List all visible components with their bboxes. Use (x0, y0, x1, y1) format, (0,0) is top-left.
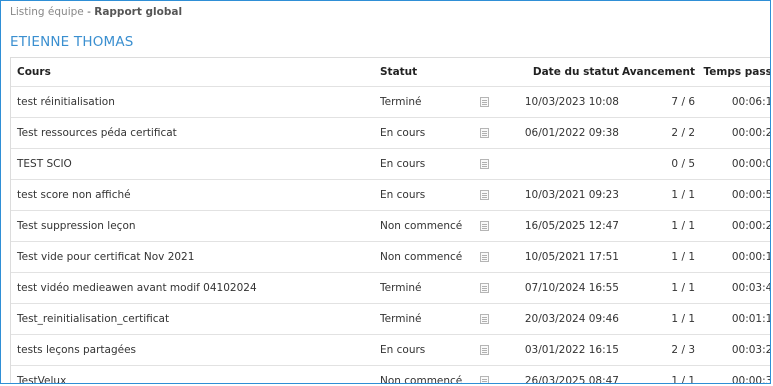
detail-cell (476, 148, 511, 180)
table-row: test réinitialisation Terminé 10/03/2023 1… (11, 86, 770, 118)
table-row: test vidéo medieawen avant modif 0410202… (11, 272, 770, 304)
report-panel: Listing équipe - Rapport global ETIENNE … (0, 0, 771, 384)
document-list-icon[interactable] (480, 283, 489, 293)
detail-cell (476, 210, 511, 242)
status-cell: Non commencé (380, 210, 476, 242)
status-date-cell: 20/03/2024 09:46 (511, 303, 619, 335)
column-header-statut[interactable]: Statut (380, 58, 476, 87)
column-header-temps[interactable]: Temps passé (697, 58, 770, 87)
progress-cell: 1 / 1 (619, 303, 697, 335)
status-cell: Terminé (380, 272, 476, 304)
status-date-cell: 06/01/2022 09:38 (511, 117, 619, 149)
progress-cell: 2 / 2 (619, 117, 697, 149)
time-spent-cell: 00:00:29 (697, 117, 770, 149)
course-name-cell[interactable]: Test_reinitialisation_certificat (11, 303, 380, 335)
detail-cell (476, 334, 511, 366)
course-name-cell[interactable]: TestVelux (11, 365, 380, 383)
course-name-cell[interactable]: Test vide pour certificat Nov 2021 (11, 241, 380, 273)
document-list-icon[interactable] (480, 128, 489, 138)
status-cell: Terminé (380, 303, 476, 335)
document-list-icon[interactable] (480, 190, 489, 200)
document-list-icon[interactable] (480, 97, 489, 107)
status-cell: Non commencé (380, 241, 476, 273)
detail-cell (476, 86, 511, 118)
detail-cell (476, 303, 511, 335)
status-date-cell: 16/05/2025 12:47 (511, 210, 619, 242)
progress-cell: 0 / 5 (619, 148, 697, 180)
table-row: tests leçons partagées En cours 03/01/2022… (11, 334, 770, 366)
table-row: Test vide pour certificat Nov 2021 Non co… (11, 241, 770, 273)
status-cell: En cours (380, 179, 476, 211)
breadcrumb-separator: - (87, 6, 91, 18)
time-spent-cell: 00:01:10 (697, 303, 770, 335)
table-body: test réinitialisation Terminé 10/03/2023 1… (11, 86, 770, 383)
status-cell: En cours (380, 334, 476, 366)
detail-cell (476, 117, 511, 149)
time-spent-cell: 00:00:52 (697, 179, 770, 211)
status-date-cell (511, 148, 619, 180)
progress-cell: 1 / 1 (619, 365, 697, 383)
time-spent-cell: 00:00:30 (697, 365, 770, 383)
document-list-icon[interactable] (480, 252, 489, 262)
time-spent-cell: 00:03:26 (697, 334, 770, 366)
course-name-cell[interactable]: Test ressources péda certificat (11, 117, 380, 149)
progress-cell: 7 / 6 (619, 86, 697, 118)
table-row: Test suppression leçon Non commencé 16/05/… (11, 210, 770, 242)
time-spent-cell: 00:00:18 (697, 241, 770, 273)
document-list-icon[interactable] (480, 376, 489, 383)
status-date-cell: 07/10/2024 16:55 (511, 272, 619, 304)
document-list-icon[interactable] (480, 345, 489, 355)
course-name-cell[interactable]: test score non affiché (11, 179, 380, 211)
status-date-cell: 26/03/2025 08:47 (511, 365, 619, 383)
course-name-cell[interactable]: test réinitialisation (11, 86, 380, 118)
column-header-detail (476, 58, 511, 87)
document-list-icon[interactable] (480, 221, 489, 231)
course-report-table: Cours Statut Date du statut Avancement T… (11, 58, 770, 383)
breadcrumb: Listing équipe - Rapport global (10, 6, 182, 18)
course-name-cell[interactable]: test vidéo medieawen avant modif 0410202… (11, 272, 380, 304)
status-cell: En cours (380, 117, 476, 149)
table-row: Test_reinitialisation_certificat Terminé 2… (11, 303, 770, 335)
table-row: TEST SCIOEn cours 0 / 500:00:00 (11, 148, 770, 180)
document-list-icon[interactable] (480, 314, 489, 324)
status-date-cell: 10/03/2021 09:23 (511, 179, 619, 211)
column-header-date[interactable]: Date du statut (511, 58, 619, 87)
progress-cell: 2 / 3 (619, 334, 697, 366)
time-spent-cell: 00:00:00 (697, 148, 770, 180)
detail-cell (476, 241, 511, 273)
course-name-cell[interactable]: tests leçons partagées (11, 334, 380, 366)
time-spent-cell: 00:00:22 (697, 210, 770, 242)
course-name-cell[interactable]: Test suppression leçon (11, 210, 380, 242)
status-cell: Terminé (380, 86, 476, 118)
document-list-icon[interactable] (480, 159, 489, 169)
time-spent-cell: 00:03:48 (697, 272, 770, 304)
table-header-row: Cours Statut Date du statut Avancement T… (11, 58, 770, 87)
column-header-cours[interactable]: Cours (11, 58, 380, 87)
detail-cell (476, 179, 511, 211)
status-cell: Non commencé (380, 365, 476, 383)
time-spent-cell: 00:06:18 (697, 86, 770, 118)
table-row: TestVelux Non commencé 26/03/2025 08:47 1 /… (11, 365, 770, 383)
table-row: Test ressources péda certificat En cours 0… (11, 117, 770, 149)
progress-cell: 1 / 1 (619, 210, 697, 242)
status-cell: En cours (380, 148, 476, 180)
user-name-heading: ETIENNE THOMAS (10, 34, 134, 50)
detail-cell (476, 365, 511, 383)
table-row: test score non affiché En cours 10/03/2021… (11, 179, 770, 211)
column-header-avancement[interactable]: Avancement (619, 58, 697, 87)
detail-cell (476, 272, 511, 304)
breadcrumb-parent[interactable]: Listing équipe (10, 6, 84, 18)
course-name-cell[interactable]: TEST SCIO (11, 148, 380, 180)
status-date-cell: 10/03/2023 10:08 (511, 86, 619, 118)
progress-cell: 1 / 1 (619, 241, 697, 273)
course-report-table-container: Cours Statut Date du statut Avancement T… (10, 57, 770, 383)
progress-cell: 1 / 1 (619, 272, 697, 304)
status-date-cell: 03/01/2022 16:15 (511, 334, 619, 366)
breadcrumb-current: Rapport global (94, 6, 183, 18)
status-date-cell: 10/05/2021 17:51 (511, 241, 619, 273)
progress-cell: 1 / 1 (619, 179, 697, 211)
